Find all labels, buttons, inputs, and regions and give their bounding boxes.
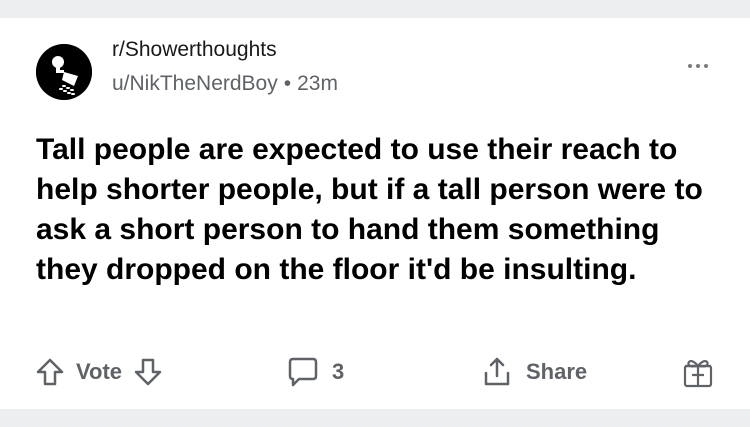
post-card[interactable]: r/Showerthoughts u/NikTheNerdBoy • 23m Tal… bbox=[0, 18, 750, 409]
vote-label: Vote bbox=[76, 359, 123, 384]
more-options-dot bbox=[688, 64, 692, 68]
meta-separator: • bbox=[283, 72, 292, 95]
post-title[interactable]: Tall people are expected to use their re… bbox=[36, 130, 726, 290]
gift-award-icon bbox=[680, 354, 716, 390]
post-meta: u/NikTheNerdBoy • 23m bbox=[112, 70, 338, 98]
subreddit-name[interactable]: r/Showerthoughts bbox=[112, 36, 277, 64]
downvote-arrow-icon[interactable] bbox=[132, 356, 164, 388]
author-name[interactable]: u/NikTheNerdBoy bbox=[112, 72, 278, 95]
more-options-dot bbox=[696, 64, 700, 68]
share-button[interactable]: Share bbox=[480, 348, 587, 396]
comments-button[interactable]: 3 bbox=[286, 348, 344, 396]
more-options-button[interactable] bbox=[680, 56, 716, 76]
vote-group: Vote bbox=[34, 348, 164, 396]
post-time: 23m bbox=[297, 72, 338, 95]
more-options-dot bbox=[704, 64, 708, 68]
award-button[interactable] bbox=[680, 348, 716, 396]
post-action-bar: Vote 3 Share bbox=[0, 348, 750, 396]
comment-count: 3 bbox=[332, 359, 345, 384]
comment-bubble-icon bbox=[286, 355, 320, 389]
share-icon bbox=[480, 355, 514, 389]
showerhead-lightbulb-icon[interactable] bbox=[36, 44, 92, 100]
share-label: Share bbox=[526, 359, 588, 384]
upvote-arrow-icon[interactable] bbox=[34, 356, 66, 388]
